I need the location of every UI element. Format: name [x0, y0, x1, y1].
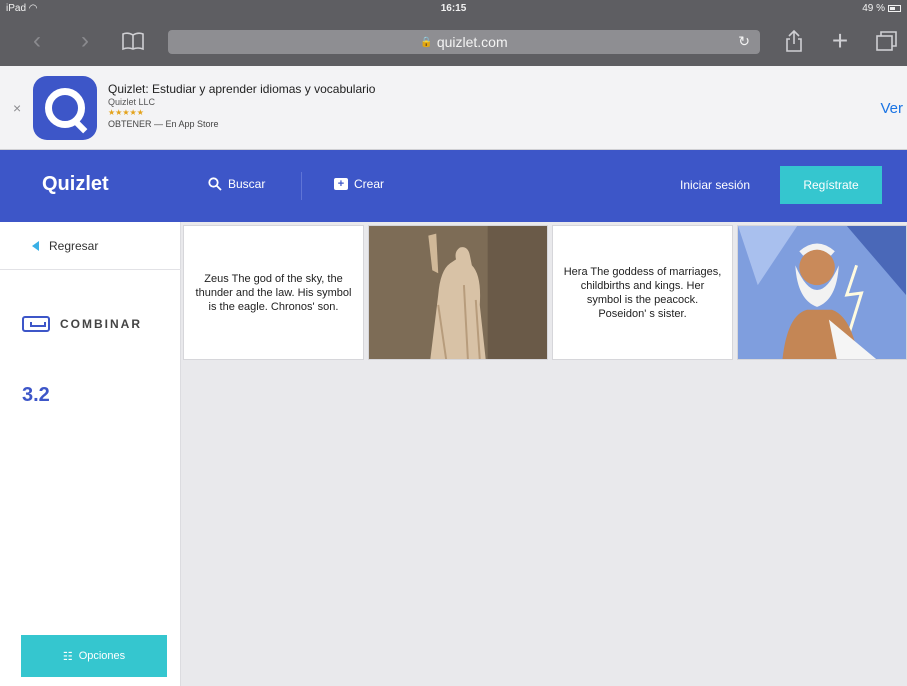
rating-stars-icon: ★★★★★: [108, 108, 144, 117]
register-button[interactable]: Regístrate: [780, 166, 882, 204]
statue-image[interactable]: [368, 225, 548, 360]
create-label: Crear: [354, 177, 385, 191]
clock: 16:15: [440, 3, 467, 14]
address-bar[interactable]: 🔒 quizlet.com ↻: [168, 30, 760, 54]
settings-sliders-icon: ☷: [62, 650, 73, 663]
close-icon[interactable]: ×: [13, 100, 21, 116]
quizlet-q-icon: [45, 88, 85, 128]
mode-title: COMBINAR: [22, 316, 142, 332]
search-link[interactable]: Buscar: [208, 177, 265, 191]
new-tab-icon[interactable]: +: [828, 25, 852, 56]
header-divider: [301, 172, 302, 200]
bookmarks-icon[interactable]: [120, 26, 146, 56]
quizlet-logo[interactable]: Quizlet: [42, 173, 109, 196]
options-button[interactable]: ☷ Opciones: [21, 635, 167, 677]
create-icon: +: [334, 178, 348, 190]
login-link[interactable]: Iniciar sesión: [680, 178, 750, 192]
lock-icon: 🔒: [420, 36, 433, 48]
search-label: Buscar: [228, 177, 266, 191]
mode-label: COMBINAR: [60, 317, 142, 331]
battery-status: 49 %: [862, 3, 901, 14]
site-header: Quizlet Buscar + Crear Iniciar sesión Re…: [0, 150, 907, 222]
zeus-image[interactable]: [737, 225, 907, 360]
forward-icon[interactable]: ›: [74, 26, 96, 56]
back-icon[interactable]: ‹: [26, 26, 48, 56]
status-bar: iPad ◠ 16:15 49 %: [0, 0, 907, 18]
url-text: quizlet.com: [436, 34, 508, 50]
back-label: Regresar: [49, 238, 99, 253]
back-link[interactable]: Regresar: [0, 222, 181, 270]
app-name: Quizlet: Estudiar y aprender idiomas y v…: [108, 82, 376, 96]
app-banner: × Quizlet: Estudiar y aprender idiomas y…: [0, 66, 907, 150]
match-tile[interactable]: Zeus The god of the sky, the thunder and…: [183, 225, 364, 360]
battery-icon: [888, 5, 901, 12]
view-app-link[interactable]: Ver: [880, 100, 903, 117]
create-link[interactable]: + Crear: [334, 177, 384, 191]
search-icon: [208, 177, 222, 191]
sidebar: Regresar COMBINAR 3.2 ☷ Opciones: [0, 222, 181, 686]
app-developer: Quizlet LLC: [108, 97, 156, 107]
match-tile[interactable]: Hera The goddess of marriages, childbirt…: [552, 225, 733, 360]
back-arrow-icon: [32, 240, 39, 251]
share-icon[interactable]: [783, 26, 805, 56]
battery-percent: 49 %: [862, 3, 885, 14]
browser-toolbar: ‹ › 🔒 quizlet.com ↻ +: [0, 18, 907, 66]
tabs-icon[interactable]: [874, 26, 900, 56]
reload-icon[interactable]: ↻: [738, 33, 750, 50]
app-store-label: OBTENER — En App Store: [108, 119, 219, 129]
options-label: Opciones: [78, 650, 126, 662]
app-icon: [33, 76, 97, 140]
match-mode-icon: [22, 316, 50, 332]
timer: 3.2: [22, 384, 50, 406]
